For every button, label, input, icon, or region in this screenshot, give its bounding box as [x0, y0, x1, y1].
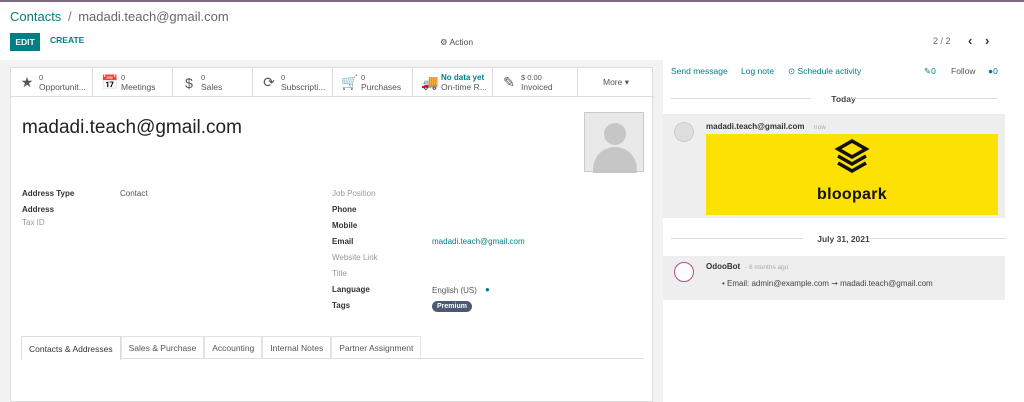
divider-line	[868, 238, 1006, 239]
globe-icon[interactable]: ●	[485, 285, 490, 294]
followers-count[interactable]: ●0	[988, 66, 998, 76]
pager-next-icon[interactable]: ›	[985, 33, 989, 48]
opportunities-label: Opportunit...	[39, 81, 86, 92]
opportunities-smart-button[interactable]: ★ 0 Opportunit...	[11, 68, 93, 97]
sales-count: 0	[201, 72, 206, 82]
truck-icon: 🚚	[421, 74, 439, 90]
avatar-head-shape	[604, 123, 626, 145]
followers-number: 0	[993, 66, 998, 76]
tab-contacts-addresses[interactable]: Contacts & Addresses	[21, 336, 121, 360]
email-value-link[interactable]: madadi.teach@gmail.com	[432, 237, 525, 246]
sales-label: Sales	[201, 81, 223, 92]
email-label: Email	[332, 237, 354, 246]
more-smart-buttons-dropdown[interactable]: More ▾	[578, 68, 654, 97]
on-time-rate-value: No data yet	[441, 73, 485, 82]
attachments-number: 0	[931, 66, 936, 76]
breadcrumb: Contacts / madadi.teach@gmail.com	[10, 9, 229, 24]
address-type-value[interactable]: Contact	[120, 189, 148, 198]
language-label: Language	[332, 285, 370, 294]
address-type-label: Address Type	[22, 189, 75, 198]
form-sheet: ★ 0 Opportunit... 📅 0 Meetings $ 0 Sales ⟳ …	[10, 67, 654, 402]
purchases-count: 0	[361, 72, 366, 82]
dollar-icon: $	[185, 74, 193, 91]
purchases-label: Purchases	[361, 81, 402, 92]
opportunities-count: 0	[39, 72, 44, 82]
title-label: Title	[332, 269, 347, 278]
on-time-rate-smart-button[interactable]: 🚚 No data yet On-time R...	[413, 68, 493, 97]
send-message-button[interactable]: Send message	[671, 66, 728, 76]
message-author[interactable]: madadi.teach@gmail.com	[706, 122, 805, 131]
tag-premium[interactable]: Premium	[432, 301, 472, 312]
contact-avatar[interactable]	[584, 112, 644, 173]
bloopark-logo-image: bloopark	[706, 134, 998, 215]
tab-partner-assignment[interactable]: Partner Assignment	[331, 336, 422, 359]
subscriptions-count: 0	[281, 72, 286, 82]
job-position-label: Job Position	[332, 189, 376, 198]
pencil-square-icon: ✎	[503, 74, 515, 90]
language-value[interactable]: English (US)	[432, 286, 477, 295]
stack-logo-icon	[834, 138, 870, 174]
invoiced-smart-button[interactable]: ✎ $ 0.00 Invoiced	[493, 68, 578, 97]
follow-button[interactable]: Follow	[951, 66, 976, 76]
avatar-body-shape	[593, 147, 637, 173]
smart-buttons: ★ 0 Opportunit... 📅 0 Meetings $ 0 Sales ⟳ …	[11, 68, 654, 97]
purchases-smart-button[interactable]: 🛒 0 Purchases	[333, 68, 413, 97]
refresh-icon: ⟳	[263, 74, 275, 90]
action-menu-button[interactable]: ⚙ Action	[440, 37, 473, 48]
meetings-smart-button[interactable]: 📅 0 Meetings	[93, 68, 173, 97]
invoiced-amount: $ 0.00	[521, 72, 542, 82]
website-link-label: Website Link	[332, 253, 378, 262]
notebook-tabs: Contacts & Addresses Sales & Purchase Ac…	[21, 336, 644, 360]
star-icon: ★	[20, 74, 34, 90]
tab-internal-notes[interactable]: Internal Notes	[262, 336, 332, 359]
on-time-rate-label: On-time R...	[441, 82, 487, 92]
odoobot-avatar-icon[interactable]	[674, 262, 694, 282]
address-label: Address	[22, 205, 55, 214]
divider-line	[852, 98, 997, 99]
message-author[interactable]: OdooBot	[706, 262, 740, 271]
invoiced-label: Invoiced	[521, 81, 553, 92]
meetings-count: 0	[121, 72, 126, 82]
pager-value[interactable]: 2 / 2	[933, 36, 951, 46]
subscriptions-smart-button[interactable]: ⟳ 0 Subscripti...	[253, 68, 333, 97]
date-separator-july: July 31, 2021	[817, 234, 870, 244]
edit-button[interactable]: EDIT	[10, 33, 40, 51]
tax-id-label: Tax ID	[22, 218, 45, 227]
chatter-panel	[663, 60, 1024, 402]
breadcrumb-contacts-link[interactable]: Contacts	[10, 9, 61, 24]
calendar-icon: 📅	[101, 74, 119, 90]
breadcrumb-separator: /	[67, 9, 72, 24]
log-note-button[interactable]: Log note	[741, 66, 774, 76]
tags-label: Tags	[332, 301, 351, 310]
top-accent-bar	[0, 0, 1024, 2]
tracking-value-text: Email: admin@example.com ➞ madadi.teach@…	[727, 279, 933, 288]
tab-sales-purchase[interactable]: Sales & Purchase	[120, 336, 205, 359]
create-button[interactable]: CREATE	[50, 35, 84, 45]
phone-label: Phone	[332, 205, 357, 214]
subscriptions-label: Subscripti...	[281, 81, 326, 92]
mobile-label: Mobile	[332, 221, 358, 230]
author-avatar[interactable]	[674, 122, 694, 142]
tracking-value: • Email: admin@example.com ➞ madadi.teac…	[722, 279, 933, 288]
date-separator-today: Today	[831, 94, 856, 104]
sales-smart-button[interactable]: $ 0 Sales	[173, 68, 253, 97]
message-time: now	[814, 124, 826, 131]
attachments-count[interactable]: ✎0	[924, 66, 936, 77]
message-time: - 6 months ago	[745, 264, 789, 271]
meetings-label: Meetings	[121, 81, 156, 92]
bloopark-wordmark: bloopark	[817, 186, 887, 203]
schedule-activity-button[interactable]: ⊙ Schedule activity	[788, 66, 861, 77]
tab-accounting[interactable]: Accounting	[204, 336, 263, 359]
cart-icon: 🛒	[341, 74, 359, 90]
pager-prev-icon[interactable]: ‹	[968, 33, 972, 48]
breadcrumb-current: madadi.teach@gmail.com	[78, 9, 229, 24]
contact-name: madadi.teach@gmail.com	[22, 117, 242, 138]
